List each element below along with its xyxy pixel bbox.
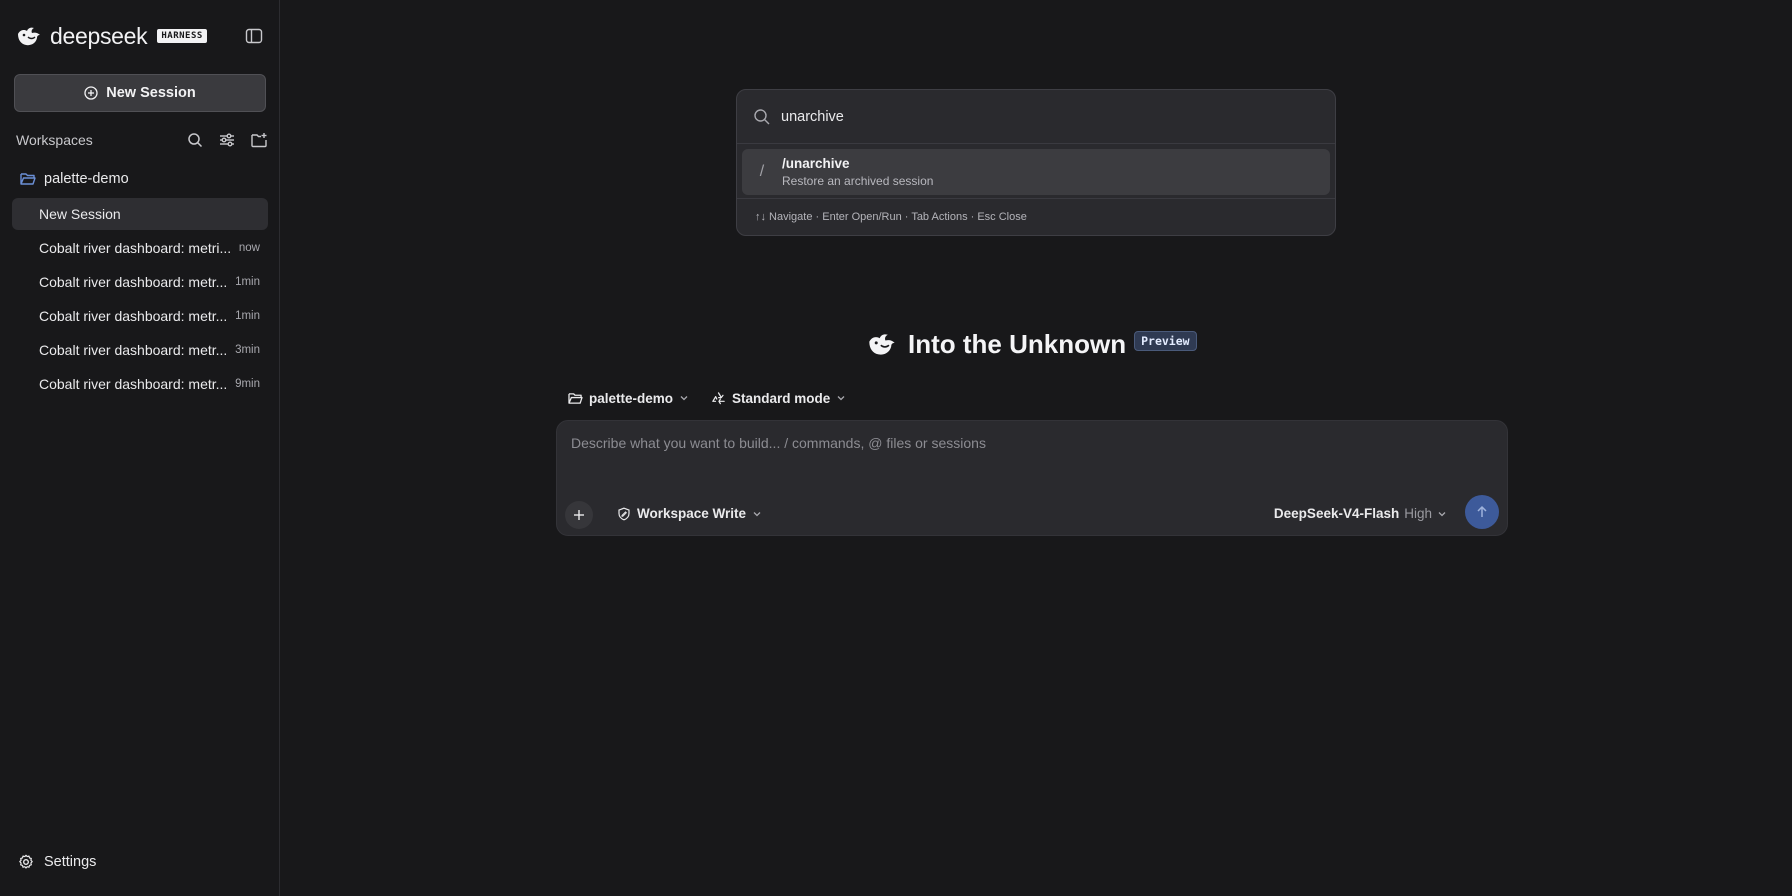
- harness-badge: HARNESS: [157, 29, 207, 43]
- composer-selectors: palette-demo Standard mode: [568, 387, 868, 409]
- result-description: Restore an archived session: [782, 174, 934, 188]
- shield-edit-icon: [618, 507, 630, 520]
- workspace-name: palette-demo: [44, 171, 129, 187]
- session-title: Cobalt river dashboard: metr...: [39, 342, 228, 358]
- model-name: DeepSeek-V4-Flash: [1273, 506, 1400, 521]
- command-palette: / /unarchive Restore an archived session…: [736, 89, 1336, 236]
- mode-select-label: Standard mode: [732, 390, 831, 406]
- hero-title: Into the Unknown: [908, 328, 1127, 359]
- prompt-input[interactable]: [571, 435, 1471, 451]
- workspace-select[interactable]: palette-demo: [568, 391, 689, 406]
- preview-badge: Preview: [1134, 331, 1197, 351]
- attach-button[interactable]: [565, 501, 593, 529]
- session-time: 1min: [235, 310, 260, 322]
- permission-label: Workspace Write: [637, 506, 747, 521]
- recycle-mode-icon: [712, 391, 725, 404]
- send-button[interactable]: [1465, 495, 1499, 529]
- plus-circle-icon: [84, 86, 98, 100]
- session-time: 9min: [235, 378, 260, 390]
- hero-heading: Into the Unknown Preview: [864, 326, 1197, 362]
- new-folder-icon[interactable]: [250, 131, 268, 149]
- arrow-up-icon: [1477, 505, 1487, 517]
- composer: Workspace Write DeepSeek-V4-Flash High: [556, 420, 1508, 536]
- chevron-down-icon: [680, 396, 688, 401]
- new-session-label: New Session: [106, 85, 196, 101]
- result-command: /unarchive: [782, 156, 850, 171]
- settings-label: Settings: [44, 854, 97, 870]
- brand-name: deepseek: [50, 22, 148, 49]
- chevron-down-icon: [837, 396, 845, 401]
- palette-search-input[interactable]: [781, 108, 1281, 125]
- plus-icon: [574, 510, 584, 520]
- session-list: New Session Cobalt river dashboard: metr…: [12, 198, 268, 402]
- session-title: Cobalt river dashboard: metr...: [39, 376, 228, 392]
- permission-select[interactable]: Workspace Write: [617, 506, 762, 521]
- workspace-select-label: palette-demo: [589, 390, 674, 406]
- search-icon: [754, 108, 770, 124]
- workspaces-label: Workspaces: [16, 132, 93, 148]
- slash-command-icon: /: [759, 163, 765, 180]
- search-icon[interactable]: [186, 131, 204, 149]
- workspace-item[interactable]: palette-demo: [20, 168, 129, 190]
- model-select[interactable]: DeepSeek-V4-Flash High: [1274, 506, 1447, 521]
- session-time: 3min: [235, 344, 260, 356]
- brand-logo: deepseek HARNESS: [16, 22, 207, 50]
- session-item[interactable]: Cobalt river dashboard: metr... 1min: [12, 266, 268, 298]
- chevron-down-icon: [1438, 511, 1446, 516]
- session-time: now: [238, 242, 260, 254]
- palette-search: [737, 90, 1335, 144]
- sidebar-toggle-icon[interactable]: [245, 27, 263, 45]
- settings-button[interactable]: Settings: [18, 854, 96, 870]
- palette-result-item[interactable]: / /unarchive Restore an archived session: [742, 149, 1330, 195]
- session-title: New Session: [39, 206, 121, 222]
- folder-open-icon: [20, 173, 36, 185]
- gear-icon: [19, 854, 33, 869]
- session-item[interactable]: Cobalt river dashboard: metr... 1min: [12, 300, 268, 332]
- session-title: Cobalt river dashboard: metri...: [39, 240, 232, 256]
- session-item[interactable]: Cobalt river dashboard: metr... 9min: [12, 368, 268, 400]
- session-item[interactable]: Cobalt river dashboard: metr... 3min: [12, 334, 268, 366]
- sidebar: deepseek HARNESS New Session Workspaces: [0, 0, 280, 896]
- folder-icon: [568, 392, 583, 404]
- session-item[interactable]: Cobalt river dashboard: metri... now: [12, 232, 268, 264]
- chevron-down-icon: [753, 511, 761, 516]
- session-title: Cobalt river dashboard: metr...: [39, 274, 228, 290]
- model-effort: High: [1404, 506, 1432, 521]
- palette-footer-hints: ↑↓ Navigate · Enter Open/Run · Tab Actio…: [737, 198, 1335, 235]
- session-item[interactable]: New Session: [12, 198, 268, 230]
- session-title: Cobalt river dashboard: metr...: [39, 308, 228, 324]
- filter-sliders-icon[interactable]: [218, 131, 236, 149]
- workspaces-header: Workspaces: [16, 130, 268, 150]
- new-session-button[interactable]: New Session: [14, 74, 266, 112]
- session-time: 1min: [235, 276, 260, 288]
- whale-logo-icon: [18, 27, 40, 46]
- whale-logo-icon: [869, 334, 895, 355]
- mode-select[interactable]: Standard mode: [711, 391, 846, 406]
